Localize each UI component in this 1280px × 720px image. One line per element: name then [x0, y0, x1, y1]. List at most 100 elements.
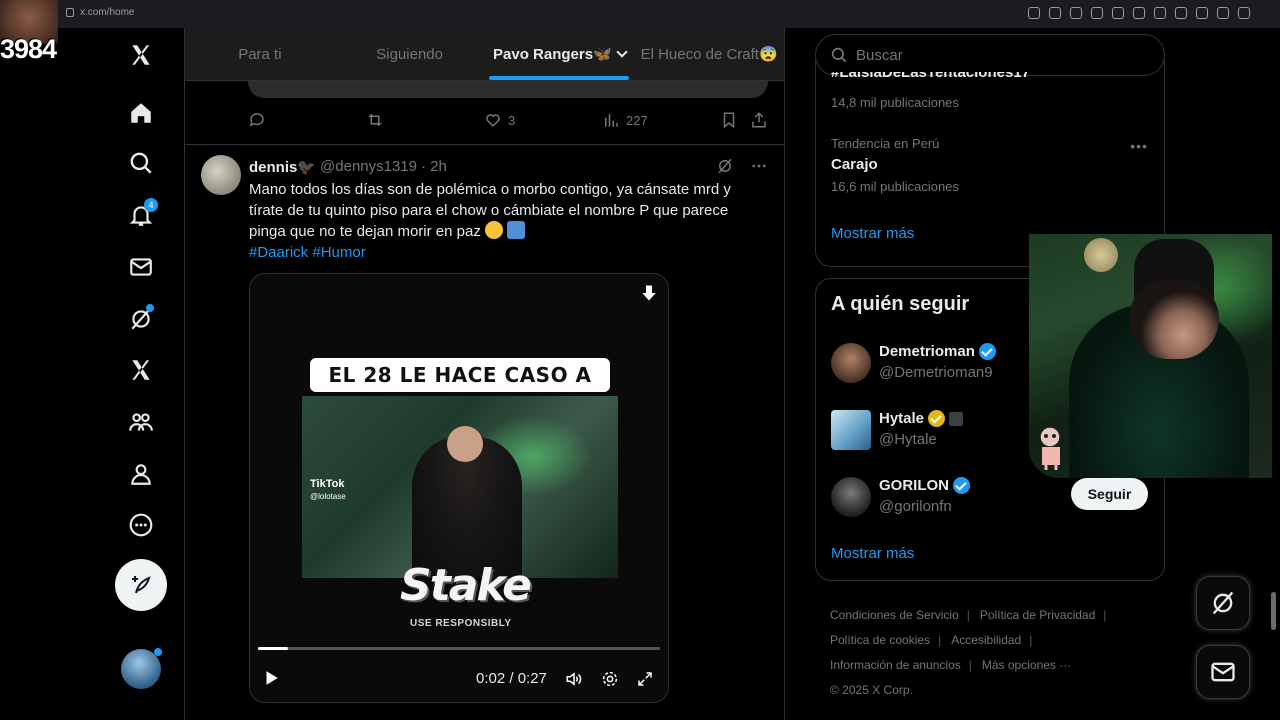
compose-post-button[interactable] [115, 559, 167, 611]
account-avatar[interactable] [121, 648, 162, 689]
shield-icon[interactable] [1091, 7, 1103, 19]
x-logo-icon[interactable] [122, 36, 160, 74]
reply-icon[interactable] [248, 111, 366, 129]
user-handle: @gorilonfn [879, 498, 952, 515]
bookmark-icon[interactable] [1070, 7, 1082, 19]
timeline: 3 227 dennis🐦‍⬛ @dennys1319 · 2h Mano to… [185, 28, 784, 720]
trend-name-clipped[interactable]: #LaIslaDeLasTentaciones17 [831, 72, 1030, 82]
tab-para-ti[interactable]: Para ti [185, 28, 335, 80]
notifications-bell-icon[interactable]: 4 [122, 196, 160, 234]
tab-label: El Hueco de Craft😨 [640, 46, 778, 63]
extension-icon[interactable] [1112, 7, 1124, 19]
column-divider-right [784, 28, 785, 720]
share-icon[interactable] [1196, 7, 1208, 19]
sidebar-nav: 4 [100, 28, 184, 720]
views-chart-icon [605, 114, 618, 127]
user-name-text: Demetrioman [879, 343, 975, 360]
footer-links: Condiciones de Servicio | Política de Priv… [830, 608, 1107, 697]
more-dots-icon[interactable] [750, 157, 768, 175]
tab-pavo-rangers[interactable]: Pavo Rangers🦋 [485, 28, 635, 80]
footer-more-link[interactable]: Más opciones ··· [982, 658, 1071, 672]
user-name[interactable]: Hytale [879, 410, 964, 427]
repost-icon[interactable] [366, 111, 484, 129]
zoom-icon[interactable] [1028, 7, 1040, 19]
user-name[interactable]: GORILON [879, 477, 970, 494]
more-options-icon[interactable] [122, 506, 160, 544]
video-time: 0:02 / 0:27 [476, 670, 547, 687]
grok-floating-button[interactable] [1196, 576, 1250, 630]
tweet-tools [716, 157, 768, 175]
heart-icon[interactable] [1154, 7, 1166, 19]
search-icon[interactable] [122, 144, 160, 182]
footer-privacy-link[interactable]: Política de Privacidad [980, 608, 1095, 622]
messages-floating-button[interactable] [1196, 645, 1250, 699]
trend-more-dots-icon[interactable]: ••• [1130, 138, 1148, 154]
messages-envelope-icon[interactable] [122, 248, 160, 286]
menu-icon[interactable] [1238, 7, 1250, 19]
account-indicator-dot [154, 648, 162, 656]
tweet-author-handle[interactable]: @dennys1319 [320, 158, 417, 176]
follow-button[interactable]: Seguir [1071, 478, 1148, 510]
user-name-text: GORILON [879, 477, 949, 494]
share-icon[interactable] [750, 111, 768, 129]
download-arrow-icon[interactable] [640, 284, 658, 302]
profile-icon[interactable] [122, 455, 160, 493]
bookmark-icon[interactable] [720, 111, 750, 129]
browser-toolbar: x.com/home [0, 0, 1280, 28]
tiktok-watermark: TikTok @lolotase [310, 478, 346, 501]
view-count: 227 [626, 112, 648, 128]
download-icon[interactable] [1217, 7, 1229, 19]
puzzle-icon[interactable] [1175, 7, 1187, 19]
viewer-count: 3984 [0, 34, 57, 64]
footer-terms-link[interactable]: Condiciones de Servicio [830, 608, 959, 622]
footer-cookies-link[interactable]: Política de cookies [830, 633, 930, 647]
grok-icon[interactable] [122, 300, 160, 338]
grok-icon[interactable] [716, 157, 734, 175]
pin-icon[interactable] [1049, 7, 1061, 19]
views-button[interactable]: 227 [602, 111, 720, 129]
volume-icon[interactable] [565, 670, 583, 688]
stream-sticker-icon [1039, 426, 1061, 470]
up-down-arrow-emoji-icon [507, 221, 526, 239]
home-icon[interactable] [122, 94, 160, 132]
like-button[interactable]: 3 [484, 111, 602, 129]
notifications-badge: 4 [144, 198, 158, 212]
timeline-tabs: Para ti Siguiendo Pavo Rangers🦋 El Hueco… [185, 28, 784, 81]
tweet-timestamp[interactable]: · 2h [421, 158, 447, 176]
settings-gear-icon[interactable] [601, 670, 619, 688]
follow-show-more-link[interactable]: Mostrar más [831, 545, 914, 562]
slight-smile-emoji-icon [485, 221, 503, 239]
trend-name[interactable]: Carajo [831, 156, 878, 173]
tab-el-hueco-de-craft[interactable]: El Hueco de Craft😨 [634, 28, 784, 80]
previous-tweet-media[interactable] [248, 81, 768, 98]
tweet-video[interactable]: EL 28 LE HACE CASO A SU CHAT TikTok @lol… [249, 273, 669, 703]
envelope-icon [1211, 662, 1235, 682]
chevron-down-icon[interactable] [616, 46, 628, 58]
premium-x-icon[interactable] [122, 351, 160, 389]
user-name[interactable]: Demetrioman [879, 343, 996, 360]
grok-icon [1212, 591, 1234, 615]
tweet-author-avatar[interactable] [201, 155, 241, 195]
play-icon[interactable] [262, 669, 280, 687]
user-avatar[interactable] [831, 477, 871, 517]
footer-ads-link[interactable]: Información de anuncios [830, 658, 961, 672]
footer-accessibility-link[interactable]: Accesibilidad [951, 633, 1021, 647]
sponsor-logo: Stake [400, 560, 532, 611]
communities-icon[interactable] [122, 403, 160, 441]
tab-siguiendo[interactable]: Siguiendo [335, 28, 485, 80]
play-icon[interactable] [1133, 7, 1145, 19]
sponsor-subtitle: USE RESPONSIBLY [410, 618, 512, 629]
webcam-person-head [1129, 279, 1219, 359]
address-bar[interactable]: x.com/home [66, 7, 134, 18]
who-to-follow-title: A quién seguir [831, 293, 970, 315]
page-scrollbar[interactable] [1271, 592, 1276, 630]
trends-show-more-link[interactable]: Mostrar más [831, 225, 914, 242]
tweet-hashtags[interactable]: #Daarick #Humor [249, 244, 366, 261]
fullscreen-icon[interactable] [636, 670, 654, 688]
tweet-author-name[interactable]: dennis🐦‍⬛ [249, 158, 316, 176]
lock-icon [66, 8, 74, 17]
video-progress-bar[interactable] [258, 647, 660, 650]
video-person-face [447, 426, 483, 462]
user-avatar[interactable] [831, 410, 871, 450]
user-avatar[interactable] [831, 343, 871, 383]
